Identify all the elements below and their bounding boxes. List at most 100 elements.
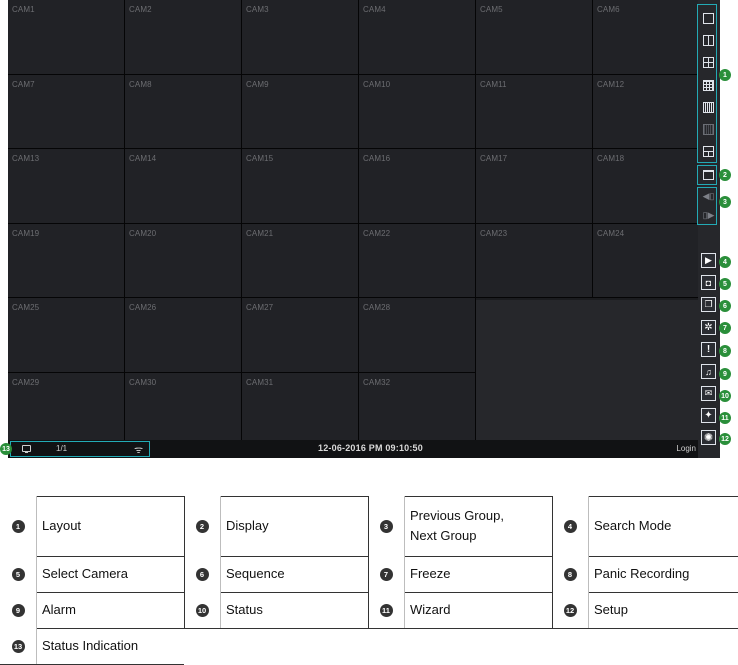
camera-tile[interactable]: CAM21 <box>242 223 359 299</box>
callout-6: 6 <box>719 300 731 312</box>
legend-number-badge: 10 <box>195 603 209 617</box>
layout-2-icon[interactable] <box>701 33 716 48</box>
camera-tile[interactable]: CAM15 <box>242 149 359 224</box>
callout-3: 3 <box>719 196 731 208</box>
camera-label: CAM2 <box>129 5 152 14</box>
camera-label: CAM16 <box>363 154 391 164</box>
legend-number-cell: 1 <box>0 496 37 556</box>
camera-label: CAM18 <box>597 154 625 164</box>
next-group-icon[interactable]: ▯▶ <box>701 208 716 223</box>
dvr-screen: CAM1 CAM2 CAM3 CAM4 CAM5 CAM6 CAM7 CAM8 CAM9 CAM1… <box>8 0 710 458</box>
camera-tile[interactable]: CAM23 <box>476 223 593 299</box>
panic-recording-icon[interactable]: ! <box>701 342 716 357</box>
layout-9-icon[interactable] <box>701 78 716 93</box>
empty-channel-area <box>476 300 698 440</box>
camera-tile[interactable]: CAM11 <box>476 74 593 150</box>
camera-tile[interactable]: CAM20 <box>125 223 242 299</box>
legend-row: 5 Select Camera 6 Sequence 7 Freeze 8 Panic Rec… <box>0 556 738 593</box>
camera-label: CAM31 <box>246 378 274 387</box>
camera-label: CAM6 <box>597 5 620 14</box>
camera-tile[interactable]: CAM1 <box>8 0 125 75</box>
camera-tile[interactable]: CAM28 <box>359 298 476 373</box>
camera-tile[interactable]: CAM2 <box>125 0 242 75</box>
camera-tile[interactable]: CAM18 <box>593 149 710 224</box>
status-icon[interactable]: ✉ <box>701 386 716 401</box>
camera-tile[interactable]: CAM17 <box>476 149 593 224</box>
camera-tile[interactable]: CAM24 <box>593 223 710 299</box>
camera-tile[interactable]: CAM32 <box>359 373 476 448</box>
legend-number-badge: 6 <box>195 567 209 581</box>
camera-tile[interactable]: CAM16 <box>359 149 476 224</box>
camera-label: CAM26 <box>129 303 157 313</box>
layout-1-icon[interactable] <box>701 11 716 26</box>
camera-tile[interactable]: CAM12 <box>593 74 710 150</box>
legend-number-cell: 4 <box>552 496 589 556</box>
camera-tile[interactable]: CAM29 <box>8 373 125 448</box>
legend-number-badge: 7 <box>379 567 393 581</box>
camera-label: CAM15 <box>246 154 274 164</box>
legend-number-cell: 12 <box>552 592 589 628</box>
camera-tile[interactable]: CAM25 <box>8 298 125 373</box>
camera-tile[interactable]: CAM30 <box>125 373 242 448</box>
legend-number-cell: 2 <box>184 496 221 556</box>
legend-label: Sequence <box>226 566 285 581</box>
camera-label: CAM5 <box>480 5 503 14</box>
camera-label: CAM21 <box>246 228 274 238</box>
legend-label: Setup <box>594 602 628 617</box>
camera-tile[interactable]: CAM4 <box>359 0 476 75</box>
callout-1: 1 <box>719 69 731 81</box>
camera-tile[interactable]: CAM13 <box>8 149 125 224</box>
camera-label: CAM28 <box>363 303 391 313</box>
camera-tile[interactable]: CAM6 <box>593 0 710 75</box>
camera-tile[interactable]: CAM10 <box>359 74 476 150</box>
setup-icon[interactable]: ✺ <box>701 430 716 445</box>
callout-8: 8 <box>719 345 731 357</box>
camera-label: CAM12 <box>597 79 625 89</box>
search-mode-icon[interactable]: ▶ <box>701 253 716 268</box>
layout-16-icon[interactable] <box>701 100 716 115</box>
camera-tile[interactable]: CAM27 <box>242 298 359 373</box>
camera-tile[interactable]: CAM19 <box>8 223 125 299</box>
camera-tile[interactable]: CAM31 <box>242 373 359 448</box>
legend-number-cell: 10 <box>184 592 221 628</box>
camera-tile[interactable]: CAM5 <box>476 0 593 75</box>
legend-label: Alarm <box>42 602 76 617</box>
camera-tile[interactable]: CAM8 <box>125 74 242 150</box>
layout-25-icon[interactable] <box>701 122 716 137</box>
camera-label: CAM14 <box>129 154 157 164</box>
select-camera-icon[interactable]: ◘ <box>701 275 716 290</box>
callout-2: 2 <box>719 169 731 181</box>
sequence-icon[interactable]: ❐ <box>701 297 716 312</box>
legend-number-badge: 9 <box>11 603 25 617</box>
camera-tile[interactable]: CAM26 <box>125 298 242 373</box>
legend-label-cell: Select Camera <box>36 556 184 592</box>
camera-label: CAM27 <box>246 303 274 313</box>
camera-label: CAM23 <box>480 228 508 238</box>
previous-group-icon[interactable]: ◀▯ <box>701 189 716 204</box>
camera-tile[interactable]: CAM22 <box>359 223 476 299</box>
camera-tile[interactable]: CAM14 <box>125 149 242 224</box>
wizard-icon[interactable]: ✦ <box>701 408 716 423</box>
legend-label: Panic Recording <box>594 566 690 581</box>
layout-4-icon[interactable] <box>701 55 716 70</box>
camera-tile[interactable]: CAM9 <box>242 74 359 150</box>
legend-number-cell: 6 <box>184 556 221 592</box>
legend-label: Display <box>226 518 269 533</box>
camera-label: CAM24 <box>597 228 625 238</box>
camera-tile[interactable]: CAM3 <box>242 0 359 75</box>
legend-label-cell: Previous Group, Next Group <box>404 496 552 556</box>
login-button[interactable]: Login <box>676 444 696 453</box>
display-icon[interactable] <box>701 167 716 182</box>
camera-tile[interactable]: CAM7 <box>8 74 125 150</box>
status-indication-highlight <box>10 441 150 457</box>
callout-4: 4 <box>719 256 731 268</box>
legend-number-badge: 4 <box>563 519 577 533</box>
camera-label: CAM17 <box>480 154 508 164</box>
legend-row: 1 Layout 2 Display 3 Previous Group, Next Gro… <box>0 496 738 557</box>
callout-9: 9 <box>719 368 731 380</box>
alarm-icon[interactable]: ♫ <box>701 364 716 379</box>
legend-label-cell: Freeze <box>404 556 552 592</box>
layout-custom-icon[interactable] <box>701 144 716 159</box>
camera-label: CAM7 <box>12 79 35 89</box>
freeze-icon[interactable]: ✲ <box>701 320 716 335</box>
